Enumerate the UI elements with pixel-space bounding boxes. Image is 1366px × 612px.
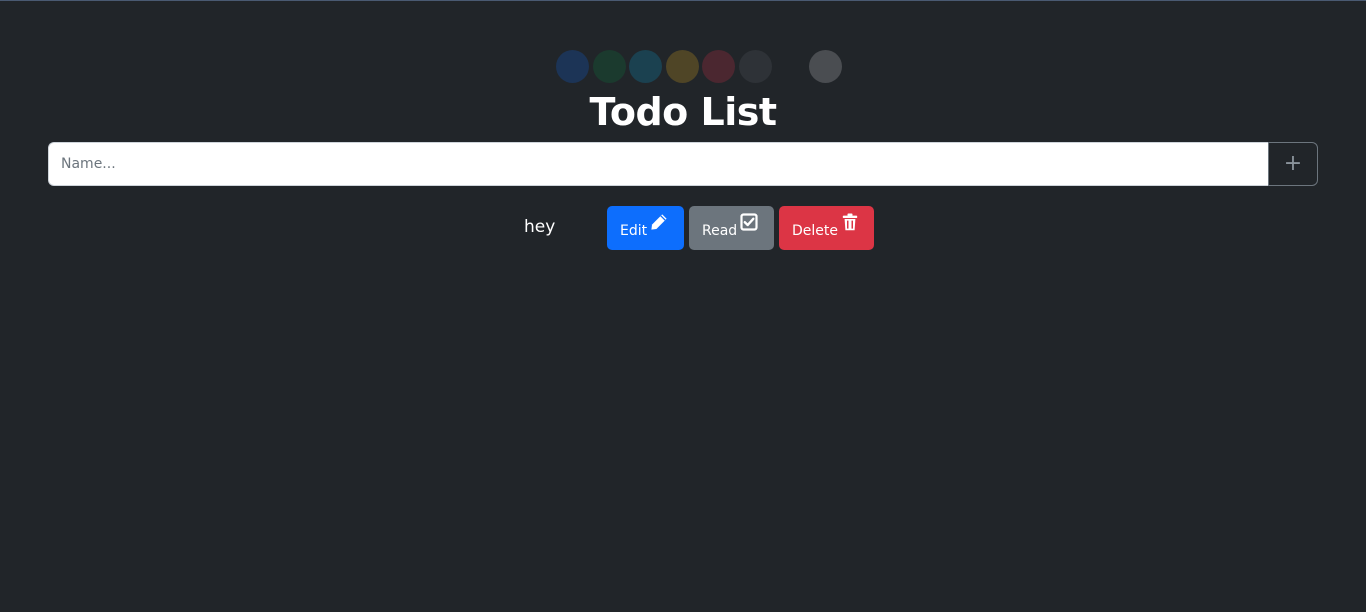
edit-button[interactable]: Edit — [607, 206, 684, 250]
pencil-icon — [649, 212, 669, 236]
read-button[interactable]: Read — [689, 206, 774, 250]
todo-item-text: hey — [524, 217, 556, 237]
theme-swatch-cyan[interactable] — [629, 49, 662, 83]
check-square-icon — [739, 212, 759, 236]
theme-swatch-gray[interactable] — [809, 49, 842, 83]
trash-icon — [840, 212, 860, 236]
theme-swatch-green[interactable] — [592, 49, 626, 83]
theme-swatch-dark[interactable] — [738, 49, 772, 83]
theme-swatch-red[interactable] — [702, 49, 735, 83]
read-button-label: Read — [702, 223, 738, 239]
new-todo-form: + — [48, 142, 1318, 186]
page-title: Todo List — [589, 90, 777, 134]
theme-picker — [556, 49, 846, 83]
todo-name-input[interactable] — [48, 142, 1268, 186]
theme-swatch-blue[interactable] — [556, 49, 589, 83]
add-todo-button[interactable]: + — [1268, 142, 1318, 186]
delete-button-label: Delete — [792, 223, 838, 239]
edit-button-label: Edit — [620, 223, 648, 239]
delete-button[interactable]: Delete — [779, 206, 874, 250]
theme-swatch-yellow[interactable] — [665, 49, 699, 83]
todo-item: hey Edit Read Delete — [0, 206, 1366, 250]
